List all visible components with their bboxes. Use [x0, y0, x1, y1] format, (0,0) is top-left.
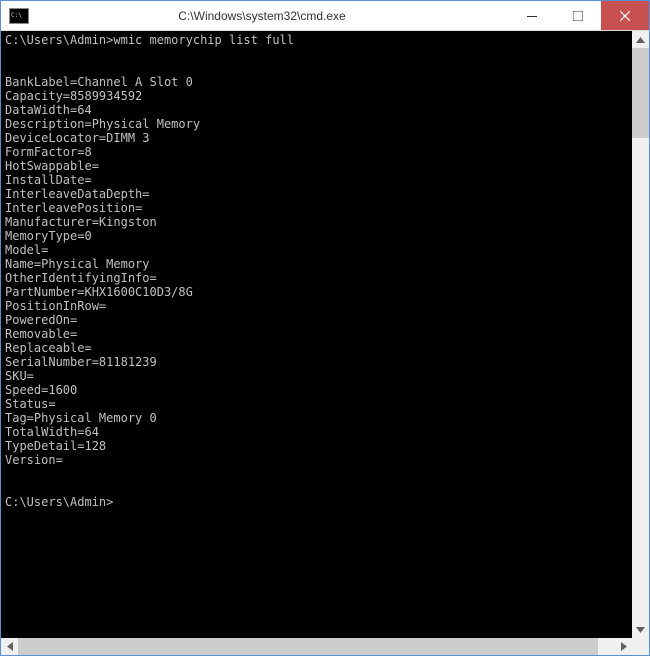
output-line: FormFactor=8: [5, 145, 92, 159]
prompt: C:\Users\Admin>: [5, 495, 113, 509]
horizontal-scroll-track[interactable]: [18, 638, 615, 655]
prompt: C:\Users\Admin>: [5, 33, 113, 47]
output-line: MemoryType=0: [5, 229, 92, 243]
output-line: Capacity=8589934592: [5, 89, 142, 103]
output-line: InterleaveDataDepth=: [5, 187, 150, 201]
cmd-window: C:\Windows\system32\cmd.exe C:\Users\Adm…: [0, 0, 650, 656]
output-line: Name=Physical Memory: [5, 257, 150, 271]
vertical-scroll-track[interactable]: [632, 48, 649, 621]
titlebar[interactable]: C:\Windows\system32\cmd.exe: [1, 1, 649, 31]
output-line: TypeDetail=128: [5, 439, 106, 453]
scroll-up-button[interactable]: [632, 31, 649, 48]
output-line: DeviceLocator=DIMM 3: [5, 131, 150, 145]
window-title: C:\Windows\system32\cmd.exe: [35, 9, 509, 23]
output-line: Manufacturer=Kingston: [5, 215, 157, 229]
output-line: DataWidth=64: [5, 103, 92, 117]
minimize-button[interactable]: [509, 1, 555, 30]
output-line: SerialNumber=81181239: [5, 355, 157, 369]
output-line: TotalWidth=64: [5, 425, 99, 439]
horizontal-scroll-thumb[interactable]: [18, 638, 598, 655]
horizontal-scrollbar[interactable]: [1, 638, 632, 655]
output-line: BankLabel=Channel A Slot 0: [5, 75, 193, 89]
console-output[interactable]: C:\Users\Admin>wmic memorychip list full…: [1, 31, 632, 638]
vertical-scrollbar[interactable]: [632, 31, 649, 638]
close-button[interactable]: [601, 1, 649, 30]
maximize-button[interactable]: [555, 1, 601, 30]
output-line: Version=: [5, 453, 63, 467]
command-text: wmic memorychip list full: [113, 33, 294, 47]
output-line: HotSwappable=: [5, 159, 99, 173]
window-controls: [509, 1, 649, 30]
output-line: Model=: [5, 243, 48, 257]
output-line: Tag=Physical Memory 0: [5, 411, 157, 425]
output-line: OtherIdentifyingInfo=: [5, 271, 157, 285]
output-line: Description=Physical Memory: [5, 117, 200, 131]
output-line: Status=: [5, 397, 56, 411]
output-line: Replaceable=: [5, 341, 92, 355]
output-line: Speed=1600: [5, 383, 77, 397]
cmd-icon: [9, 8, 29, 24]
output-line: PartNumber=KHX1600C10D3/8G: [5, 285, 193, 299]
output-line: Removable=: [5, 327, 77, 341]
output-line: InstallDate=: [5, 173, 92, 187]
scroll-left-button[interactable]: [1, 638, 18, 655]
output-line: PositionInRow=: [5, 299, 106, 313]
scroll-down-button[interactable]: [632, 621, 649, 638]
vertical-scroll-thumb[interactable]: [632, 48, 649, 138]
console-area: C:\Users\Admin>wmic memorychip list full…: [1, 31, 649, 638]
output-line: InterleavePosition=: [5, 201, 142, 215]
output-line: PoweredOn=: [5, 313, 77, 327]
output-line: SKU=: [5, 369, 34, 383]
scroll-right-button[interactable]: [615, 638, 632, 655]
scroll-corner: [632, 638, 649, 655]
